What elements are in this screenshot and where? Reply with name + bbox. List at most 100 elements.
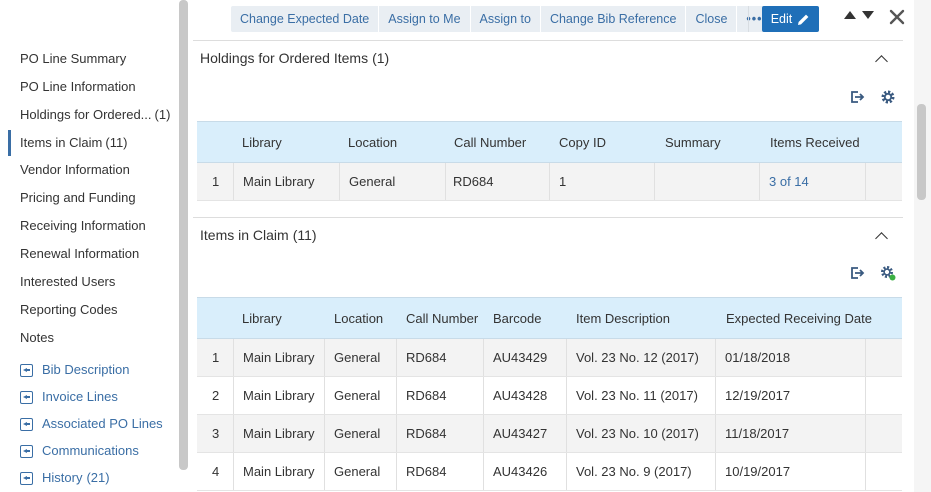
row-number: 1 <box>212 174 220 189</box>
table-row[interactable]: 1 Main Library General RD684 1 3 of 14 <box>197 163 902 201</box>
cell-expected-date: 01/18/2018 <box>725 350 791 365</box>
nav-item-label: Pricing and Funding <box>20 190 136 205</box>
items-in-claim-section-title: Items in Claim (11) <box>200 227 317 243</box>
left-nav: PO Line Summary PO Line Information Hold… <box>0 0 178 492</box>
nav-link-associated-po-lines[interactable]: Associated PO Lines <box>20 413 163 435</box>
cell-library: Main Library <box>243 388 315 403</box>
settings-gear-icon[interactable] <box>880 265 896 281</box>
nav-item-label: Renewal Information <box>20 246 140 261</box>
nav-item-pricing-and-funding[interactable]: Pricing and Funding <box>20 186 136 210</box>
column-header-call-number[interactable]: Call Number <box>454 122 526 164</box>
assign-to-me-button[interactable]: Assign to Me <box>379 6 471 32</box>
cell-item-description: Vol. 23 No. 10 (2017) <box>576 426 699 441</box>
nav-link-history[interactable]: History (21) <box>20 467 110 489</box>
nav-item-po-line-information[interactable]: PO Line Information <box>20 75 136 99</box>
nav-item-holdings[interactable]: Holdings for Ordered... (1) <box>20 103 170 127</box>
nav-item-items-in-claim[interactable]: Items in Claim (11) <box>20 131 128 155</box>
left-nav-scrollbar[interactable] <box>179 0 188 470</box>
column-header-location[interactable]: Location <box>348 122 397 164</box>
table-row[interactable]: 1 Main Library General RD684 AU43429 Vol… <box>197 339 902 377</box>
active-indicator <box>8 130 11 156</box>
table-row[interactable]: 4 Main Library General RD684 AU43426 Vol… <box>197 453 902 491</box>
nav-item-reporting-codes[interactable]: Reporting Codes <box>20 298 118 322</box>
nav-item-vendor-information[interactable]: Vendor Information <box>20 158 130 182</box>
cell-item-description: Vol. 23 No. 11 (2017) <box>576 388 698 403</box>
nav-item-interested-users[interactable]: Interested Users <box>20 270 115 294</box>
nav-item-receiving-information[interactable]: Receiving Information <box>20 214 146 238</box>
column-header-summary[interactable]: Summary <box>665 122 721 164</box>
cell-library: Main Library <box>243 350 315 365</box>
settings-gear-icon[interactable] <box>880 89 896 105</box>
nav-item-renewal-information[interactable]: Renewal Information <box>20 242 139 266</box>
collapse-holdings-chevron-up-icon[interactable] <box>875 55 888 68</box>
edit-button[interactable]: Edit <box>762 6 819 32</box>
nav-item-label: PO Line Summary <box>20 51 127 66</box>
section-count: (11) <box>292 227 317 243</box>
nav-link-label: Associated PO Lines <box>42 416 163 431</box>
collapse-claim-chevron-up-icon[interactable] <box>875 232 888 245</box>
column-header-library[interactable]: Library <box>242 122 282 164</box>
nav-link-communications[interactable]: Communications <box>20 440 139 462</box>
items-received-link[interactable]: 3 of 14 <box>769 163 809 201</box>
previous-record-icon[interactable] <box>844 11 856 19</box>
close-icon[interactable] <box>889 9 905 25</box>
nav-item-label: Vendor Information <box>20 162 130 177</box>
cell-location: General <box>349 174 396 189</box>
table-row[interactable]: 3 Main Library General RD684 AU43427 Vol… <box>197 415 902 453</box>
cell-library: Main Library <box>243 426 315 441</box>
column-header-location[interactable]: Location <box>334 298 383 340</box>
cell-location: General <box>334 350 381 365</box>
nav-link-invoice-lines[interactable]: Invoice Lines <box>20 386 118 408</box>
column-header-copy-id[interactable]: Copy ID <box>559 122 606 164</box>
column-header-expected-receiving-date[interactable]: Expected Receiving Date <box>726 298 872 340</box>
nav-item-count: (1) <box>154 107 171 122</box>
column-header-barcode[interactable]: Barcode <box>493 298 541 340</box>
table-row[interactable]: 2 Main Library General RD684 AU43428 Vol… <box>197 377 902 415</box>
row-number: 2 <box>212 388 220 403</box>
action-toolbar: Change Expected Date Assign to Me Assign… <box>231 6 769 32</box>
claim-table-header: Library Location Call Number Barcode Ite… <box>197 297 902 339</box>
assign-to-button[interactable]: Assign to <box>471 6 541 32</box>
nav-item-label: Reporting Codes <box>20 302 118 317</box>
pencil-icon <box>798 14 809 25</box>
back-to-list-icon <box>20 363 33 377</box>
change-expected-date-button[interactable]: Change Expected Date <box>231 6 380 32</box>
status-dot-icon <box>889 274 896 281</box>
main-scrollbar-track[interactable] <box>914 0 931 492</box>
row-number: 4 <box>212 464 220 479</box>
nav-item-notes[interactable]: Notes <box>20 326 54 350</box>
holdings-table-header: Library Location Call Number Copy ID Sum… <box>197 121 902 163</box>
nav-link-label: History <box>42 470 83 485</box>
items-in-claim-table: Library Location Call Number Barcode Ite… <box>197 297 902 491</box>
next-record-icon[interactable] <box>862 11 874 19</box>
cell-barcode: AU43426 <box>493 464 548 479</box>
cell-item-description: Vol. 23 No. 9 (2017) <box>576 464 692 479</box>
nav-link-bib-description[interactable]: Bib Description <box>20 359 129 381</box>
nav-link-label: Communications <box>42 443 139 458</box>
column-header-call-number[interactable]: Call Number <box>406 298 478 340</box>
cell-item-description: Vol. 23 No. 12 (2017) <box>576 350 699 365</box>
cell-location: General <box>334 426 381 441</box>
export-icon[interactable] <box>849 265 865 281</box>
nav-link-count: (21) <box>86 470 110 485</box>
cell-expected-date: 12/19/2017 <box>725 388 791 403</box>
column-header-items-received[interactable]: Items Received <box>770 122 860 164</box>
cell-barcode: AU43428 <box>493 388 548 403</box>
main-scrollbar-thumb[interactable] <box>917 104 926 200</box>
column-header-item-description[interactable]: Item Description <box>576 298 670 340</box>
close-po-line-button[interactable]: Close <box>686 6 738 32</box>
column-header-library[interactable]: Library <box>242 298 282 340</box>
cell-library: Main Library <box>243 464 315 479</box>
back-to-list-icon <box>20 417 33 431</box>
nav-item-label: PO Line Information <box>20 79 136 94</box>
row-number: 1 <box>212 350 220 365</box>
cell-call-number: RD684 <box>453 174 494 189</box>
nav-item-count: (11) <box>105 135 128 150</box>
row-number: 3 <box>212 426 220 441</box>
export-icon[interactable] <box>849 89 865 105</box>
holdings-section-title: Holdings for Ordered Items (1) <box>200 50 389 66</box>
nav-item-label: Interested Users <box>20 274 116 289</box>
change-bib-reference-button[interactable]: Change Bib Reference <box>541 6 687 32</box>
holdings-table: Library Location Call Number Copy ID Sum… <box>197 121 902 201</box>
nav-item-po-line-summary[interactable]: PO Line Summary <box>20 47 126 71</box>
